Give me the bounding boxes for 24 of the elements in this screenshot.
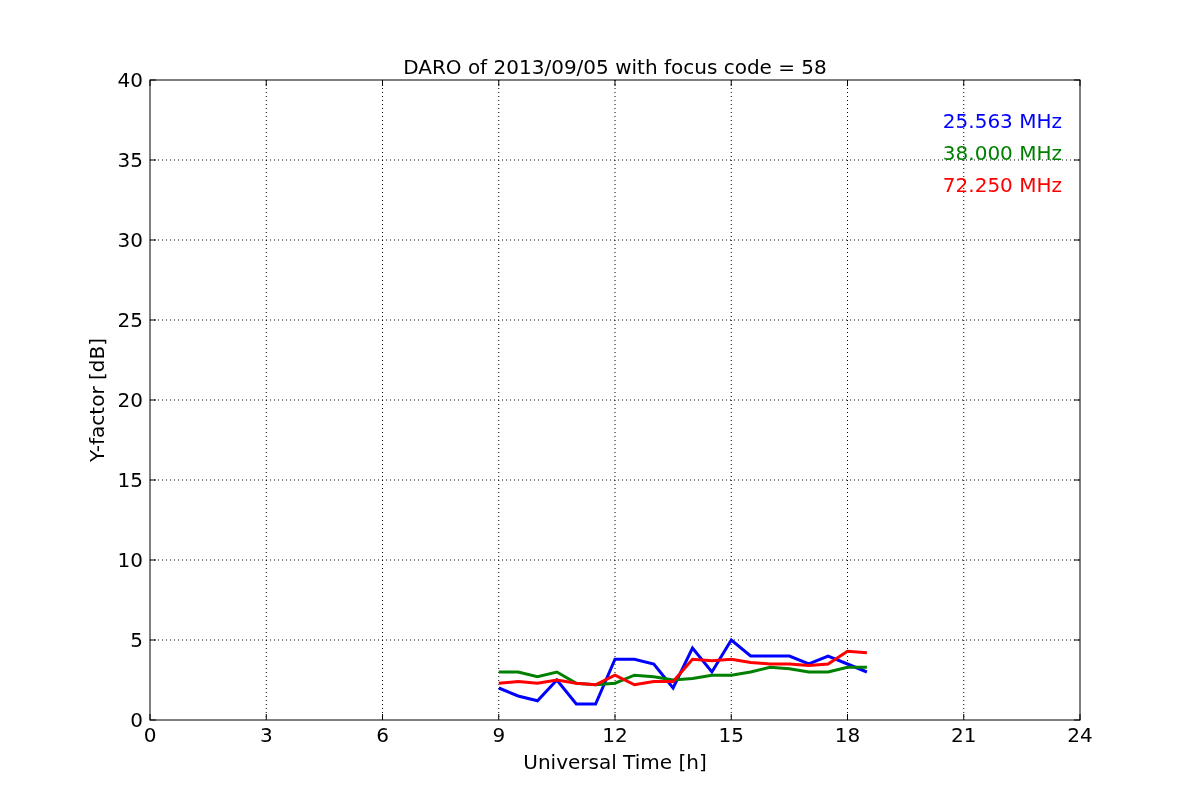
- y-tick-label: 0: [130, 708, 143, 732]
- y-tick-label: 20: [117, 388, 143, 412]
- y-axis-label: Y-factor [dB]: [85, 338, 109, 462]
- x-tick-label: 12: [602, 723, 628, 747]
- y-tick-label: 40: [117, 68, 143, 92]
- x-tick-label: 0: [143, 723, 157, 747]
- legend-label: 25.563 MHz: [942, 109, 1062, 133]
- x-tick-label: 6: [376, 723, 389, 747]
- x-tick-label: 9: [492, 723, 506, 747]
- legend-label: 38.000 MHz: [942, 141, 1062, 165]
- y-tick-label: 15: [117, 468, 143, 492]
- chart-title: DARO of 2013/09/05 with focus code = 58: [403, 55, 827, 79]
- y-tick-label: 5: [130, 628, 143, 652]
- y-tick-label: 25: [117, 308, 143, 332]
- y-tick-label: 30: [117, 228, 143, 252]
- y-tick-label: 35: [117, 148, 143, 172]
- x-tick-label: 3: [259, 723, 273, 747]
- y-tick-label: 10: [117, 548, 143, 572]
- x-tick-label: 15: [718, 723, 744, 747]
- x-tick-label: 21: [951, 723, 977, 747]
- x-axis-label: Universal Time [h]: [523, 750, 707, 774]
- x-tick-label: 18: [834, 723, 861, 747]
- legend-label: 72.250 MHz: [942, 173, 1062, 197]
- x-tick-label: 24: [1067, 723, 1093, 747]
